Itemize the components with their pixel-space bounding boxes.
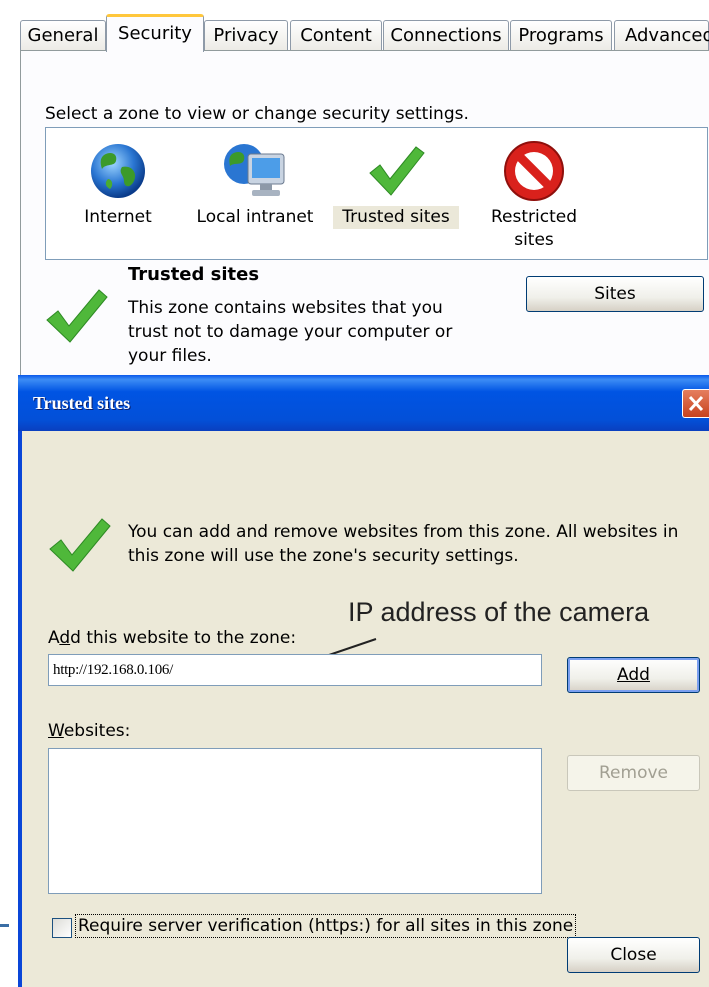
zone-trusted-sites[interactable]: Trusted sites: [333, 136, 459, 229]
zone-local-intranet-label: Local intranet: [196, 207, 314, 227]
add-button[interactable]: Add: [567, 657, 700, 693]
zone-title: Trusted sites: [128, 264, 260, 285]
tab-content[interactable]: Content: [290, 20, 382, 50]
close-button[interactable]: Close: [567, 937, 700, 973]
tab-general[interactable]: General: [20, 20, 106, 50]
tab-connections[interactable]: Connections: [383, 20, 509, 50]
zone-restricted-label-line1: Restricted: [490, 207, 577, 227]
zone-restricted-sites[interactable]: Restricted sites: [474, 136, 594, 252]
zone-internet-label: Internet: [84, 207, 152, 227]
close-icon[interactable]: [682, 389, 709, 418]
zone-internet[interactable]: Internet: [68, 136, 168, 229]
zone-restricted-label-line2: sites: [514, 230, 554, 250]
websites-label: Websites:: [48, 721, 131, 741]
tab-strip: General Security Privacy Content Connect…: [20, 14, 709, 52]
zone-list: Internet Local intranet Trusted sites Re…: [45, 127, 708, 260]
website-url-input[interactable]: [48, 654, 542, 686]
globe-icon: [68, 136, 168, 206]
zone-local-intranet[interactable]: Local intranet: [192, 136, 318, 229]
tab-advanced[interactable]: Advanced: [614, 20, 709, 50]
sites-button[interactable]: Sites: [526, 276, 704, 312]
annotation-label: IP address of the camera: [348, 597, 650, 627]
dialog-titlebar[interactable]: Trusted sites: [18, 375, 709, 431]
sites-button-label: Sites: [594, 284, 636, 304]
checkmark-icon: [333, 136, 459, 206]
dialog-body: You can add and remove websites from thi…: [22, 431, 709, 987]
zone-trusted-sites-label: Trusted sites: [333, 206, 459, 229]
remove-button-label: Remove: [599, 763, 668, 783]
require-https-label[interactable]: Require server verification (https:) for…: [74, 914, 577, 938]
tab-privacy[interactable]: Privacy: [204, 20, 288, 50]
websites-list[interactable]: [48, 748, 542, 894]
dialog-info-text: You can add and remove websites from thi…: [128, 522, 679, 566]
window-edge: [0, 924, 9, 927]
restricted-no-entry-icon: [474, 136, 594, 206]
dialog-title: Trusted sites: [33, 393, 131, 413]
add-button-label: Add: [617, 665, 650, 685]
require-https-checkbox[interactable]: [52, 918, 72, 938]
add-website-label: Add this website to the zone:: [48, 628, 297, 648]
zone-prompt: Select a zone to view or change security…: [45, 104, 469, 124]
trusted-zone-checkmark-icon: [45, 286, 109, 350]
intranet-computer-icon: [192, 136, 318, 206]
tab-programs[interactable]: Programs: [510, 20, 612, 50]
checkmark-icon: [48, 515, 112, 579]
close-button-label: Close: [610, 945, 657, 965]
zone-description: This zone contains websites that you tru…: [128, 298, 453, 366]
remove-button[interactable]: Remove: [567, 755, 700, 791]
tab-security[interactable]: Security: [106, 14, 204, 52]
trusted-sites-dialog: Trusted sites You can add and remove web…: [18, 375, 709, 987]
